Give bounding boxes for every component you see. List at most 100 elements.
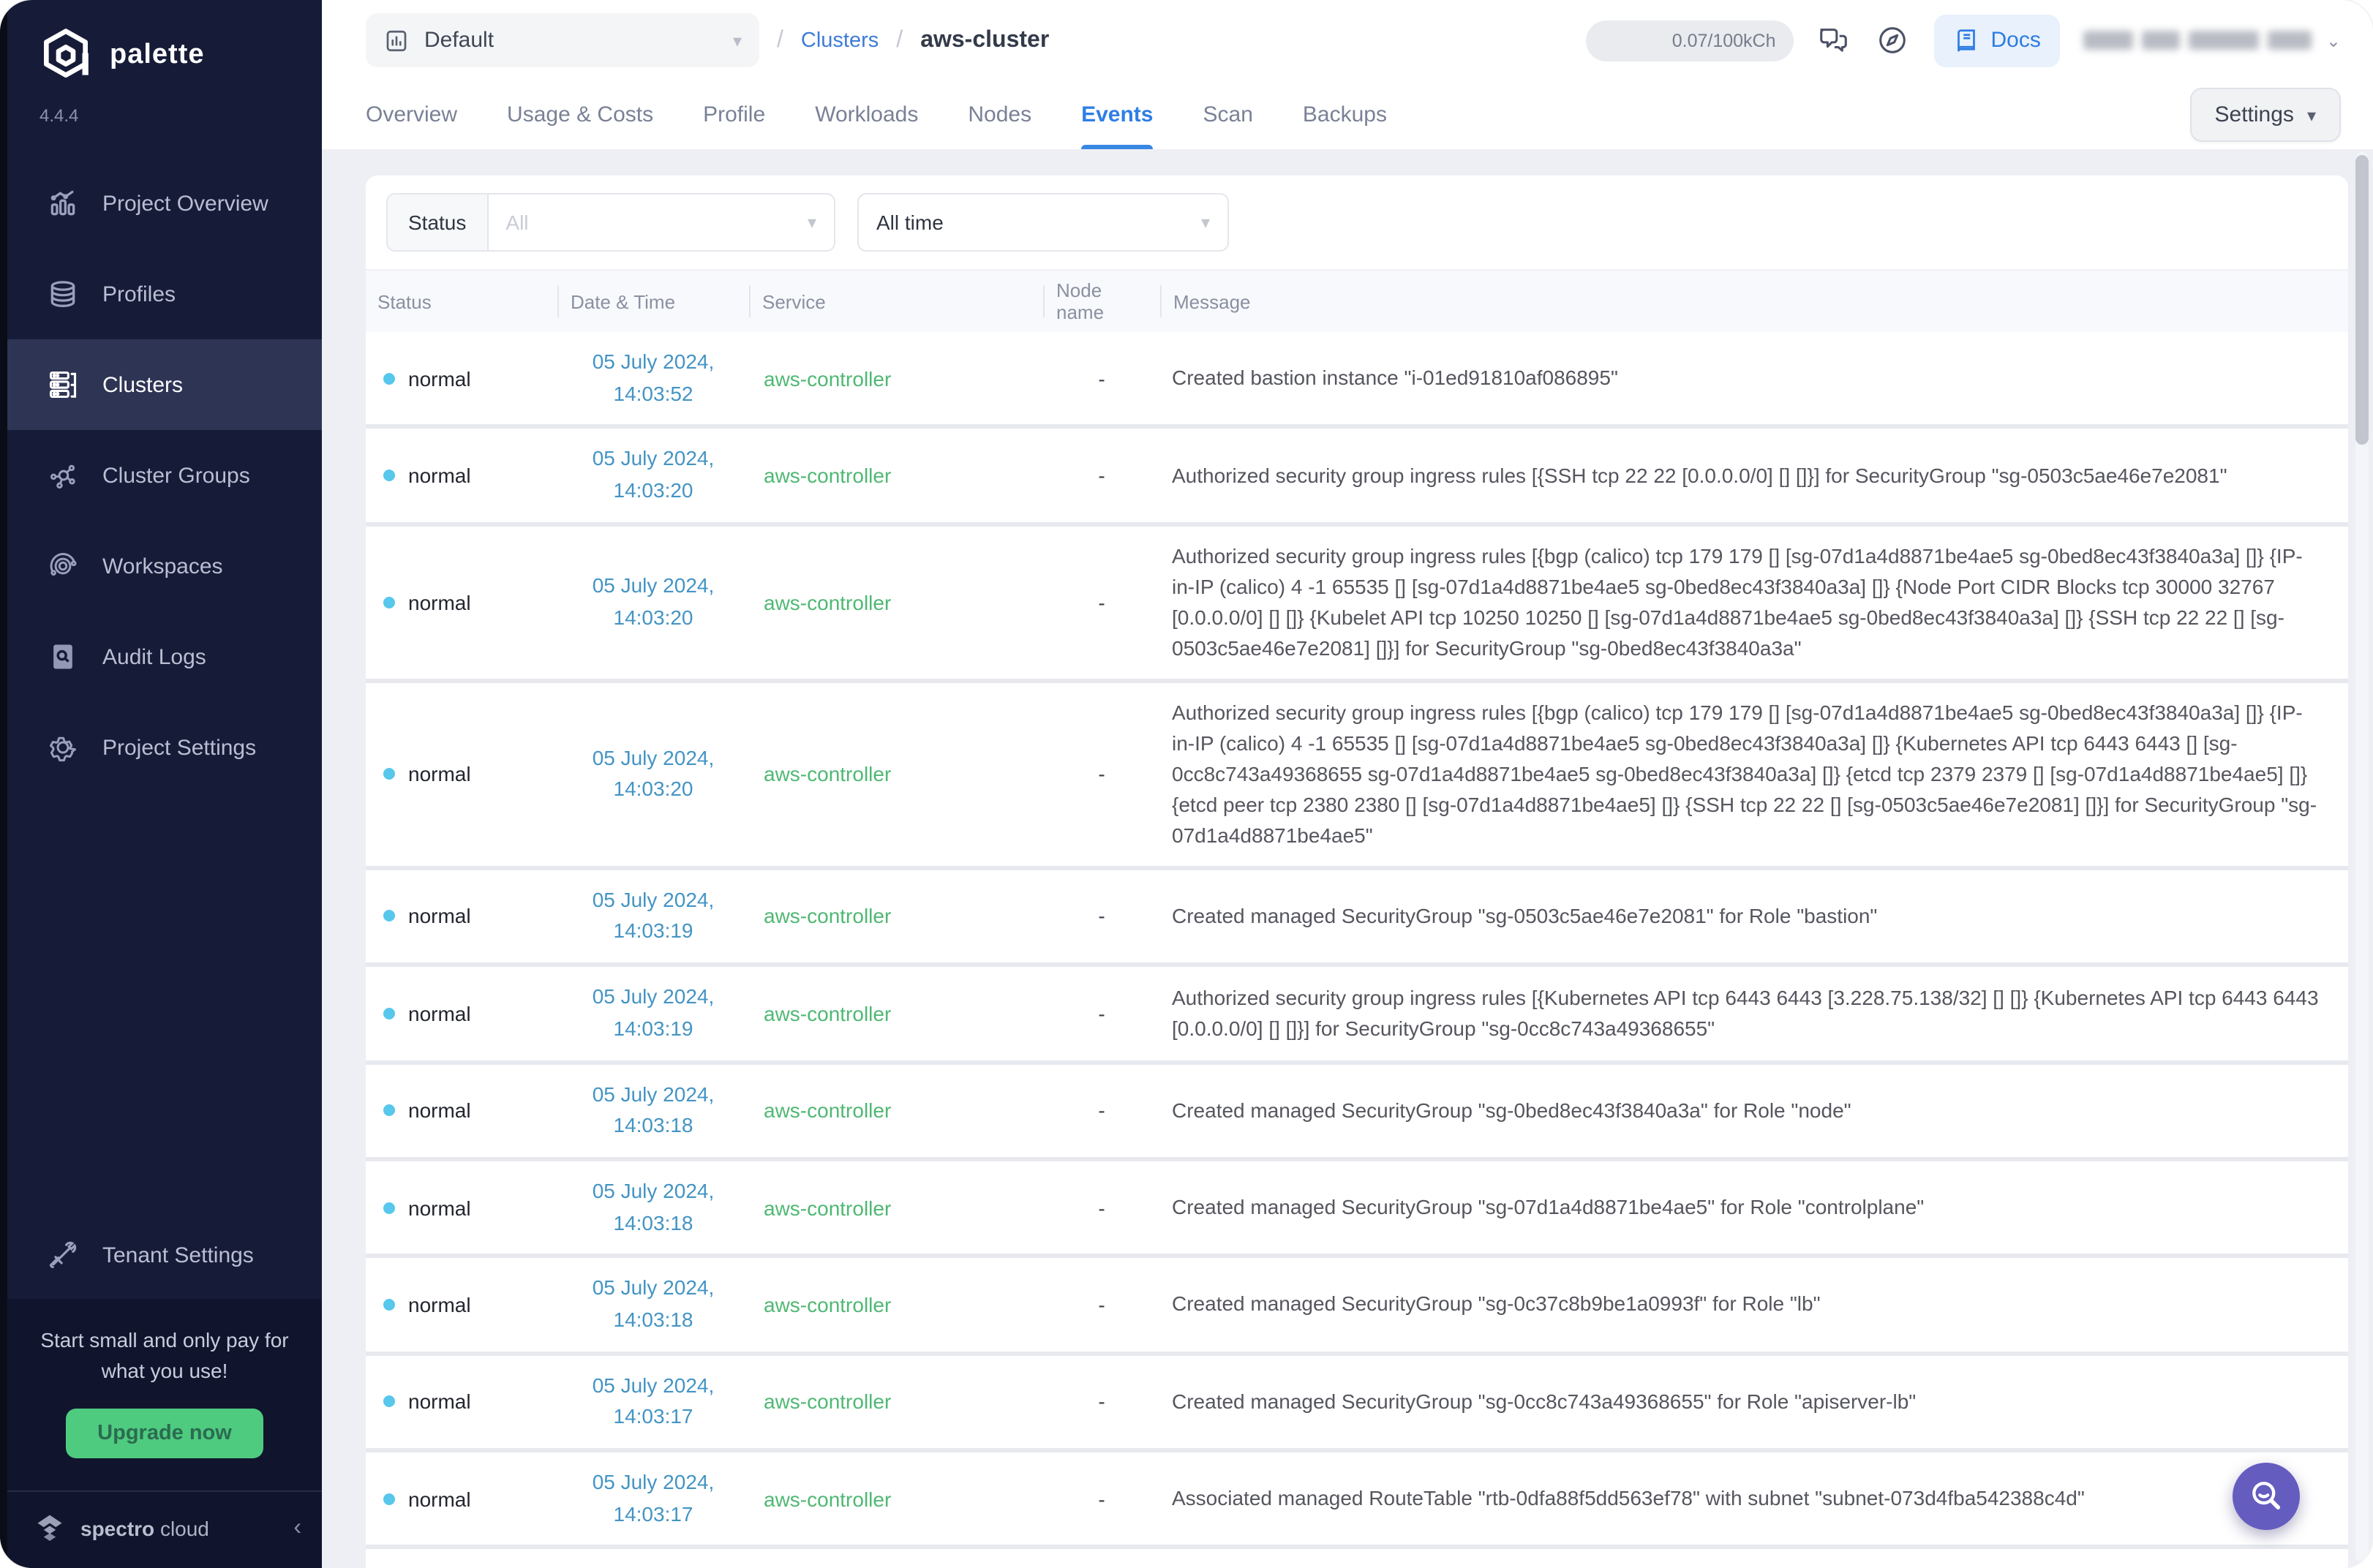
event-date: 05 July 2024, xyxy=(593,447,715,470)
event-datetime-cell: 05 July 2024, 14:03:18 xyxy=(557,1273,749,1337)
filters-bar: Status All ▾ All time ▾ xyxy=(366,176,2348,271)
event-time: 14:03:17 xyxy=(614,1501,693,1525)
event-status-label: normal xyxy=(408,366,471,390)
sidebar-item-clusters[interactable]: Clusters xyxy=(7,339,322,430)
event-message: Associated managed RouteTable "rtb-0dfa8… xyxy=(1160,1483,2348,1514)
event-node-name: - xyxy=(1043,464,1160,487)
event-row: normal 05 July 2024, 14:03:18 aws-contro… xyxy=(366,1064,2348,1157)
event-datetime-cell: 05 July 2024, 14:03:20 xyxy=(557,444,749,508)
help-search-fab[interactable] xyxy=(2233,1463,2300,1530)
sidebar-item-project-settings[interactable]: Project Settings xyxy=(7,702,322,793)
event-service: aws-controller xyxy=(749,1002,1043,1025)
sidebar-item-label: Tenant Settings xyxy=(102,1243,254,1268)
compass-icon[interactable] xyxy=(1876,23,1911,58)
sidebar-item-cluster-groups[interactable]: Cluster Groups xyxy=(7,430,322,521)
event-datetime-cell: 05 July 2024, 14:03:19 xyxy=(557,981,749,1045)
brand-name: palette xyxy=(110,39,205,72)
tab-usage-costs[interactable]: Usage & Costs xyxy=(507,80,653,149)
docs-label: Docs xyxy=(1991,28,2041,53)
status-dot-icon xyxy=(383,470,395,481)
tab-profile[interactable]: Profile xyxy=(703,80,765,149)
event-service: aws-controller xyxy=(749,1293,1043,1316)
column-header-status: Status xyxy=(366,285,557,317)
network-nodes-icon xyxy=(45,458,80,493)
sidebar-item-tenant-settings[interactable]: Tenant Settings xyxy=(7,1212,322,1300)
sidebar-item-label: Project Overview xyxy=(102,191,268,216)
tab-scan[interactable]: Scan xyxy=(1203,80,1253,149)
event-date: 05 July 2024, xyxy=(593,1470,715,1493)
event-datetime-cell: 05 July 2024, 14:03:18 xyxy=(557,1176,749,1240)
usage-quota-badge: 0.07/100kCh xyxy=(1586,20,1794,61)
event-status-cell: normal xyxy=(366,1293,557,1316)
settings-button[interactable]: Settings ▾ xyxy=(2190,88,2341,142)
time-range-filter[interactable]: All time ▾ xyxy=(857,193,1229,252)
event-date: 05 July 2024, xyxy=(593,573,715,597)
tab-nodes[interactable]: Nodes xyxy=(968,80,1031,149)
event-status-cell: normal xyxy=(366,591,557,614)
breadcrumb-clusters-link[interactable]: Clusters xyxy=(801,29,879,52)
event-service: aws-controller xyxy=(749,1196,1043,1219)
sidebar-item-project-overview[interactable]: Project Overview xyxy=(7,158,322,249)
chevron-down-icon: ⌄ xyxy=(2326,30,2341,50)
promo-text: Start small and only pay for what you us… xyxy=(28,1326,301,1385)
event-datetime-cell: 05 July 2024, 14:03:17 xyxy=(557,1467,749,1531)
event-message: Created managed SecurityGroup "sg-0c37c8… xyxy=(1160,1289,2348,1320)
status-filter[interactable]: Status All ▾ xyxy=(386,193,835,252)
sidebar-item-label: Audit Logs xyxy=(102,644,206,669)
sidebar-item-profiles[interactable]: Profiles xyxy=(7,249,322,339)
events-table-header: Status Date & Time Service Node name Mes… xyxy=(366,271,2348,332)
sidebar-item-workspaces[interactable]: Workspaces xyxy=(7,521,322,611)
user-name-redacted xyxy=(2083,31,2312,50)
main-area: Default ▾ / Clusters / aws-cluster 0.07/… xyxy=(322,0,2373,1568)
event-date: 05 July 2024, xyxy=(593,1179,715,1202)
clusters-icon xyxy=(45,367,80,402)
feedback-chat-icon[interactable] xyxy=(1817,23,1852,58)
sidebar-footer: spectro cloud ‹ xyxy=(7,1490,322,1568)
event-node-name: - xyxy=(1043,366,1160,390)
event-datetime-cell: 05 July 2024, 14:03:20 xyxy=(557,742,749,806)
event-service: aws-controller xyxy=(749,464,1043,487)
status-dot-icon xyxy=(383,1202,395,1213)
scrollbar-thumb[interactable] xyxy=(2355,155,2369,445)
sidebar-item-audit-logs[interactable]: Audit Logs xyxy=(7,611,322,702)
status-dot-icon xyxy=(383,372,395,384)
event-datetime-cell: 05 July 2024, 14:03:18 xyxy=(557,1079,749,1142)
status-dot-icon xyxy=(383,1493,395,1504)
project-selector-value: Default xyxy=(424,28,494,53)
event-status-cell: normal xyxy=(366,763,557,786)
app-version: 4.4.4 xyxy=(7,85,322,126)
event-date: 05 July 2024, xyxy=(593,350,715,373)
event-node-name: - xyxy=(1043,1293,1160,1316)
project-selector[interactable]: Default ▾ xyxy=(366,13,759,67)
cluster-tabs: Overview Usage & Costs Profile Workloads… xyxy=(322,80,2373,149)
event-date: 05 July 2024, xyxy=(593,1276,715,1300)
event-status-label: normal xyxy=(408,763,471,786)
user-menu[interactable]: ⌄ xyxy=(2083,30,2341,50)
audit-search-icon xyxy=(45,639,80,674)
magnifier-smile-icon xyxy=(2247,1477,2285,1515)
settings-label: Settings xyxy=(2215,102,2294,127)
status-filter-value[interactable]: All ▾ xyxy=(488,195,834,250)
tab-backups[interactable]: Backups xyxy=(1303,80,1387,149)
palette-logo-icon xyxy=(37,26,95,85)
upgrade-now-button[interactable]: Upgrade now xyxy=(65,1409,264,1458)
event-status-label: normal xyxy=(408,464,471,487)
docs-button[interactable]: Docs xyxy=(1934,14,2060,67)
vertical-scrollbar xyxy=(2355,152,2369,1562)
sidebar-nav: Project Overview Profiles xyxy=(7,158,322,793)
collapse-sidebar-icon[interactable]: ‹ xyxy=(293,1515,301,1542)
event-status-label: normal xyxy=(408,591,471,614)
chevron-down-icon: ▾ xyxy=(1201,212,1210,233)
status-dot-icon xyxy=(383,597,395,608)
event-datetime-cell: 05 July 2024, 14:03:19 xyxy=(557,885,749,949)
event-service: aws-controller xyxy=(749,1390,1043,1414)
tab-overview[interactable]: Overview xyxy=(366,80,457,149)
tab-workloads[interactable]: Workloads xyxy=(815,80,918,149)
tools-icon xyxy=(45,1238,80,1273)
event-service: aws-controller xyxy=(749,1487,1043,1510)
event-message: Created managed SecurityGroup "sg-07d1a4… xyxy=(1160,1192,2348,1223)
sidebar-item-label: Clusters xyxy=(102,372,183,397)
tab-events[interactable]: Events xyxy=(1081,80,1153,149)
sidebar-item-label: Profiles xyxy=(102,282,176,306)
event-service: aws-controller xyxy=(749,366,1043,390)
